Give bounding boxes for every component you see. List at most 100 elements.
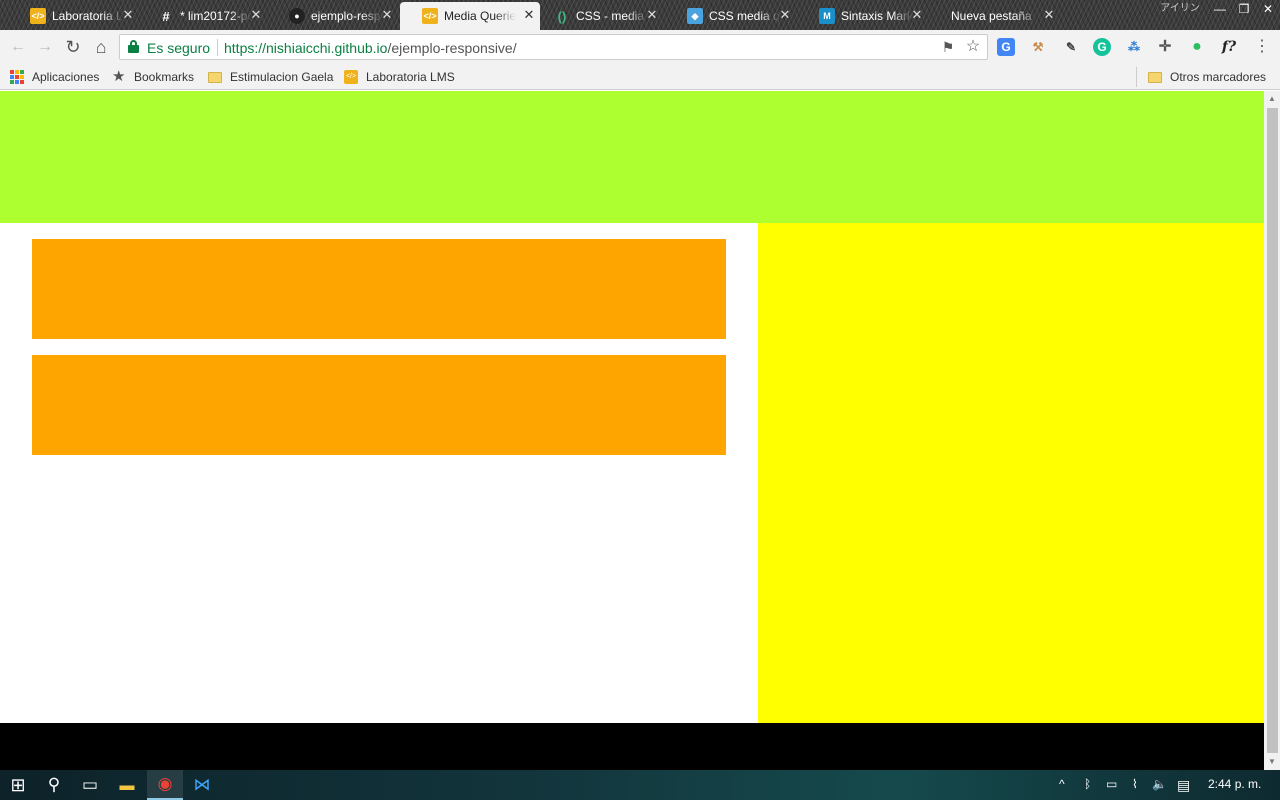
close-icon[interactable]: ✕ [249,8,263,22]
url-text[interactable]: https://nishiaicchi.github.io/ejemplo-re… [224,40,517,56]
search-icon[interactable]: ⚲ [36,770,72,800]
hammer-icon[interactable]: ⚒ [1029,38,1047,56]
close-icon[interactable]: ✕ [380,8,394,22]
chrome-icon[interactable]: ◉ [147,770,183,800]
scroll-up-arrow-icon[interactable]: ▲ [1264,91,1280,107]
bookmark-label: Otros marcadores [1170,70,1267,84]
grammarly-icon[interactable]: G [1093,38,1111,56]
star-icon: ★ [112,68,126,85]
bookmark-other[interactable]: Otros marcadores [1148,69,1266,85]
task-view-icon[interactable]: ▭ [72,770,108,800]
tab-github[interactable]: ● ejemplo-responsive ✕ [267,2,398,30]
window-controls: アイリン — ❐ ✕ [1152,0,1280,22]
apps-grid-icon [10,70,24,84]
laboratoria-icon: </> [344,70,358,84]
bookmark-laboratoria[interactable]: </> Laboratoria LMS [344,69,455,85]
tray-overflow-icon[interactable]: ^ [1059,777,1065,791]
tab-title: CSS - media queries [576,9,648,23]
url-host: https://nishiaicchi.github.io [224,40,388,56]
tab-title: * lim20172-portafolio [180,9,252,23]
close-icon[interactable]: ✕ [1042,8,1056,22]
site-aside [758,223,1264,723]
close-window-button[interactable]: ✕ [1256,0,1280,20]
translate-icon[interactable]: ⚑ [940,39,956,55]
scroll-thumb[interactable] [1267,108,1278,753]
share-icon[interactable]: ⁂ [1125,38,1143,56]
taskbar: ⊞ ⚲ ▭ ▬ ◉ ⋈ ^ ᛒ ▭ ⌇ 🔈 ▤ 2:44 p. m. [0,770,1280,800]
tab-media-queries[interactable]: </> Media Queries ✕ [400,2,540,30]
vue-icon: () [557,8,567,24]
content-box-2 [32,355,726,455]
ruler-icon[interactable]: ✛ [1156,38,1174,56]
url-path: /ejemplo-responsive/ [387,40,517,56]
close-icon[interactable]: ✕ [910,8,924,22]
folder-icon [208,71,222,83]
folder-icon [1148,71,1162,83]
profile-name[interactable]: アイリン [1152,0,1208,20]
tab-css-media-w3[interactable]: ◆ CSS media queries ✕ [665,2,796,30]
google-translate-icon[interactable]: G [997,38,1015,56]
minimize-button[interactable]: — [1208,0,1232,20]
device-icon[interactable]: ▭ [1106,777,1117,791]
bookmark-label: Aplicaciones [32,70,100,84]
bookmarks-bar: Aplicaciones ★ Bookmarks Estimulacion Ga… [0,64,1280,90]
clock[interactable]: 2:44 p. m. [1208,777,1261,791]
bookmark-label: Estimulacion Gaela [230,70,334,84]
divider [217,39,218,56]
tab-strip: </> Laboratoria LMS ✕ # * lim20172-porta… [0,0,1280,30]
tab-css-media[interactable]: () CSS - media queries ✕ [532,2,663,30]
evernote-icon[interactable]: ● [1188,38,1206,56]
tab-new[interactable]: Nueva pestaña ✕ [929,2,1060,30]
bookmark-folder-estimulacion[interactable]: Estimulacion Gaela [208,69,333,85]
windows-start-icon[interactable]: ⊞ [0,770,36,800]
star-icon[interactable]: ☆ [965,39,981,55]
scroll-down-arrow-icon[interactable]: ▼ [1264,754,1280,770]
tab-title: ejemplo-responsive [311,9,383,23]
laboratoria-icon: </> [30,8,46,24]
site-main [0,223,758,723]
tab-title: Sintaxis Markdown [841,9,913,23]
file-explorer-icon[interactable]: ▬ [109,770,145,800]
m-icon: M [819,8,835,24]
site-header [0,91,1264,223]
bookmark-apps[interactable]: Aplicaciones [10,69,99,85]
notifications-icon[interactable]: ▤ [1177,777,1190,794]
browser-toolbar: ← → ↻ ⌂ Es seguro https://nishiaicchi.gi… [0,30,1280,64]
home-button[interactable]: ⌂ [91,37,111,57]
bookmark-bookmarks[interactable]: ★ Bookmarks [112,69,194,85]
reload-button[interactable]: ↻ [63,37,83,57]
lock-icon[interactable] [128,40,139,53]
back-button[interactable]: ← [8,37,28,57]
maximize-button[interactable]: ❐ [1232,0,1256,20]
bluetooth-icon[interactable]: ᛒ [1084,777,1091,791]
close-icon[interactable]: ✕ [778,8,792,22]
slack-hash-icon: # [162,8,170,24]
code-icon: </> [422,8,438,24]
bookmark-label: Bookmarks [134,70,195,84]
close-icon[interactable]: ✕ [645,8,659,22]
address-bar[interactable]: Es seguro https://nishiaicchi.github.io/… [119,34,988,60]
close-icon[interactable]: ✕ [121,8,135,22]
security-label[interactable]: Es seguro [147,40,210,56]
w3-icon: ◆ [687,8,703,24]
eyedropper-icon[interactable]: ✎ [1062,38,1080,56]
tab-slack[interactable]: # * lim20172-portafolio ✕ [136,2,267,30]
menu-icon[interactable]: ⋮ [1252,37,1272,57]
tab-laboratoria[interactable]: </> Laboratoria LMS ✕ [8,2,139,30]
tab-markdown[interactable]: M Sintaxis Markdown ✕ [797,2,928,30]
github-icon: ● [289,8,305,24]
wifi-icon[interactable]: ⌇ [1132,777,1138,791]
tab-title: Laboratoria LMS [52,9,124,23]
tab-title: Media Queries [444,9,516,23]
tab-title: Nueva pestaña [951,9,1032,23]
content-box-1 [32,239,726,339]
volume-icon[interactable]: 🔈 [1152,777,1167,791]
bookmark-label: Laboratoria LMS [366,70,455,84]
forward-button[interactable]: → [35,37,55,57]
tab-title: CSS media queries [709,9,781,23]
vscode-icon[interactable]: ⋈ [184,770,220,800]
bookmarks-divider [1136,67,1137,87]
page-scrollbar[interactable]: ▲ ▼ [1264,91,1280,770]
fx-icon[interactable]: f? [1220,38,1238,56]
page-viewport [0,91,1264,770]
